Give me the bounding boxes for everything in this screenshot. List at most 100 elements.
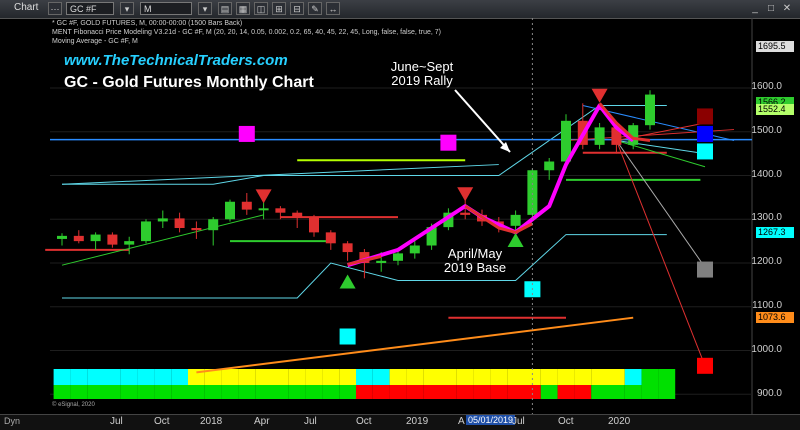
regime-top-cell	[423, 369, 440, 385]
chart-tab[interactable]: Chart	[14, 2, 38, 13]
regime-bottom-cell	[389, 385, 407, 399]
y-tick-1600: 1600.0	[751, 81, 782, 92]
x-tick-oct-2019: Oct	[558, 416, 574, 427]
dyn-label[interactable]: Dyn	[4, 416, 20, 426]
regime-top-cell	[255, 369, 272, 385]
regime-top-cell	[305, 369, 323, 385]
website-label: www.TheTechnicalTraders.com	[64, 52, 288, 69]
regime-bottom-cell	[137, 385, 155, 399]
price-tag-high2: 1552.4	[756, 104, 794, 115]
regime-bottom-cell	[272, 385, 289, 399]
regime-top-cell	[641, 369, 659, 385]
x-tick-jul-2019: Jul	[512, 416, 525, 427]
regime-top-cell	[440, 369, 457, 385]
regime-top-cell	[507, 369, 524, 385]
candle-body	[376, 260, 387, 263]
x-tick-2020: 2020	[608, 416, 631, 427]
maximize-icon[interactable]: □	[764, 2, 778, 15]
minimize-icon[interactable]: _	[748, 2, 762, 15]
toolbar-icon-5[interactable]: ⊟	[290, 2, 304, 15]
toolbar-icon-4[interactable]: ⊞	[272, 2, 286, 15]
regime-top-cell	[322, 369, 340, 385]
sell-triangle-icon	[255, 189, 272, 204]
regime-top-cell	[658, 369, 676, 385]
candle-body	[157, 218, 168, 222]
regime-top-cell	[524, 369, 541, 385]
regime-top-cell	[608, 369, 625, 385]
study-line-2: MENT Fibonacci Price Modeling V3.21d - G…	[52, 29, 441, 36]
regime-bottom-cell	[557, 385, 575, 399]
toolbar-icon-1[interactable]: ▤	[218, 2, 232, 15]
regime-bottom-cell	[188, 385, 205, 399]
regime-top-cell	[120, 369, 138, 385]
regime-bottom-cell	[171, 385, 188, 399]
x-cursor-date: 05/01/2019	[466, 415, 516, 425]
regime-bottom-cell	[574, 385, 592, 399]
chart-window: Chart ⋯ GC #F ▾ M ▾ ▤ ▦ ◫ ⊞ ⊟ ✎ ↔ _ □ ✕ …	[0, 0, 800, 430]
symbol-dropdown-icon[interactable]: ▾	[120, 2, 134, 15]
regime-bottom-cell	[406, 385, 424, 399]
regime-bottom-cell	[507, 385, 524, 399]
regime-top-cell	[272, 369, 289, 385]
regime-bottom-cell	[322, 385, 340, 399]
regime-bottom-cell	[473, 385, 491, 399]
regime-top-cell	[574, 369, 592, 385]
price-tag-top: 1695.5	[756, 41, 794, 52]
regime-top-cell	[70, 369, 88, 385]
regime-bottom-cell	[255, 385, 272, 399]
regime-top-cell	[339, 369, 356, 385]
symbol-input[interactable]: GC #F	[66, 2, 114, 15]
candle-body	[225, 201, 235, 220]
regime-top-cell	[288, 369, 306, 385]
candle-body	[544, 161, 555, 171]
regime-top-cell	[53, 369, 71, 385]
esignal-copyright: © eSignal, 2020	[52, 402, 95, 408]
buy-triangle-icon	[507, 232, 524, 247]
regime-bottom-cell	[641, 385, 659, 399]
sell-triangle-icon	[591, 88, 608, 103]
regime-top-cell	[557, 369, 575, 385]
projection-line	[615, 140, 706, 366]
projection-square-icon	[697, 261, 713, 278]
toolbar-icon-7[interactable]: ↔	[326, 2, 340, 15]
y-tick-1000: 1000.0	[751, 344, 782, 355]
trend-line	[61, 164, 499, 185]
regime-bottom-cell	[288, 385, 306, 399]
regime-bottom-cell	[104, 385, 121, 399]
interval-dropdown-icon[interactable]: ▾	[198, 2, 212, 15]
interval-input[interactable]: M	[140, 2, 192, 15]
regime-top-cell	[221, 369, 239, 385]
toolbar-icon-6[interactable]: ✎	[308, 2, 322, 15]
projection-square-icon	[697, 143, 713, 160]
toolbar-icon-3[interactable]: ◫	[254, 2, 268, 15]
projection-square-icon	[697, 125, 713, 142]
rally-annotation-line1: June~Sept	[390, 59, 454, 74]
candle-body	[107, 234, 118, 245]
x-tick-2019: 2019	[406, 416, 429, 427]
toolbar-icon-2[interactable]: ▦	[236, 2, 250, 15]
close-icon[interactable]: ✕	[780, 2, 794, 15]
projection-square-icon	[697, 108, 713, 125]
regime-bottom-cell	[456, 385, 474, 399]
base-annotation: April/May 2019 Base	[430, 247, 520, 275]
regime-bottom-cell	[53, 385, 71, 399]
signal-square-icon	[440, 134, 457, 151]
regime-top-cell	[473, 369, 491, 385]
candle-body	[90, 234, 101, 242]
candle-body	[241, 201, 252, 210]
candle-body	[124, 241, 135, 245]
regime-bottom-cell	[608, 385, 625, 399]
regime-bottom-cell	[423, 385, 440, 399]
link-icon[interactable]: ⋯	[48, 2, 62, 15]
y-tick-1300: 1300.0	[751, 212, 782, 223]
x-tick-2018: 2018	[200, 416, 223, 427]
regime-bottom-cell	[87, 385, 104, 399]
x-tick-jul-2017: Jul	[110, 416, 123, 427]
candle-body	[208, 219, 219, 231]
y-tick-1100: 1100.0	[752, 300, 782, 311]
x-tick-apr-2018: Apr	[254, 416, 270, 427]
rally-annotation-line2: 2019 Rally	[391, 73, 453, 88]
regime-bottom-cell	[339, 385, 356, 399]
regime-bottom-cell	[540, 385, 558, 399]
regime-top-cell	[104, 369, 121, 385]
